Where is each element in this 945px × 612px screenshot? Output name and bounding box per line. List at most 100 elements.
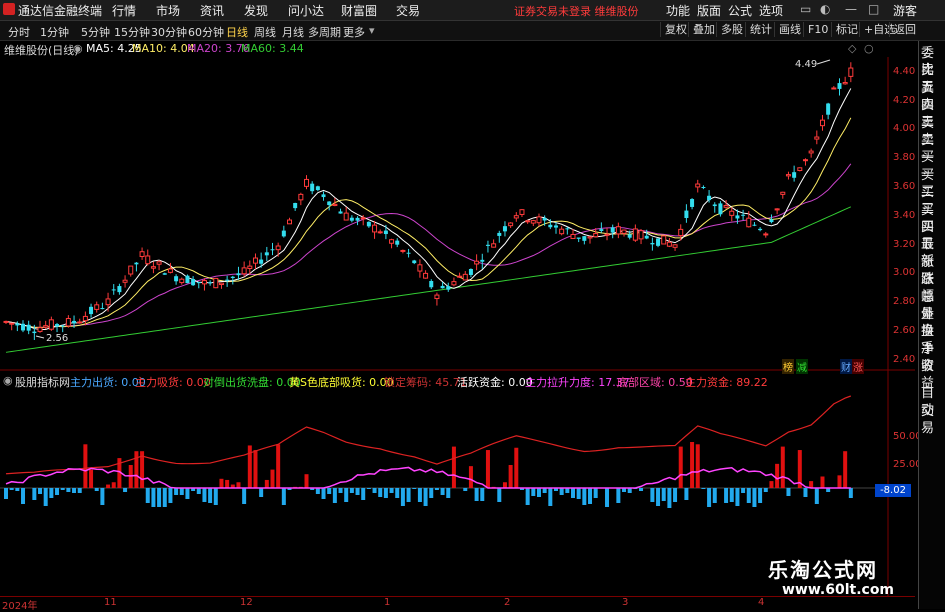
indicator-bar — [349, 488, 354, 493]
candle — [576, 237, 581, 239]
indicator-bar — [412, 488, 417, 489]
candle — [735, 215, 740, 219]
candle — [417, 264, 423, 272]
indicator-bar — [389, 488, 394, 493]
indicator-bar — [179, 488, 184, 495]
price-tick: 4.40 — [893, 66, 916, 77]
candle — [632, 228, 638, 241]
candle — [769, 219, 774, 223]
candle — [230, 276, 235, 278]
candle — [241, 267, 247, 275]
candle — [264, 252, 269, 256]
indicator-bar — [814, 488, 819, 504]
indicator-bar — [701, 488, 706, 489]
indicator-bar — [259, 488, 264, 497]
indicator-bar — [366, 488, 371, 489]
candle — [400, 249, 406, 252]
candle — [593, 233, 599, 238]
indicator-bar — [247, 445, 252, 488]
candle — [218, 282, 224, 286]
badge-finance[interactable]: 财 — [840, 359, 852, 374]
candle — [570, 233, 576, 240]
candle — [678, 228, 684, 237]
candle — [525, 220, 531, 223]
badge-rank[interactable]: 榜 — [782, 359, 794, 374]
indicator-bar — [582, 488, 587, 505]
indicator-bar — [775, 463, 780, 488]
candle — [819, 119, 825, 127]
badge-reduce[interactable]: 减 — [796, 359, 808, 374]
candle — [275, 245, 281, 251]
indicator-bar — [417, 488, 422, 502]
indicator-bar — [605, 488, 610, 507]
sidebar-bottom-item[interactable]: 交易 — [921, 403, 945, 437]
ma20-line — [5, 163, 852, 328]
candle — [434, 294, 440, 300]
candle — [508, 222, 514, 227]
candle — [343, 212, 349, 221]
price-tick: 3.00 — [893, 267, 916, 278]
indicator-bar — [593, 488, 598, 498]
candle — [826, 103, 831, 115]
indicator-bar — [468, 466, 473, 488]
watermark: 乐淘公式网 www.60lt.com — [760, 550, 918, 606]
candle — [122, 279, 128, 283]
price-tick: 3.40 — [893, 210, 916, 221]
indicator-bar — [673, 488, 678, 502]
candle — [536, 216, 542, 224]
badge-rise[interactable]: 涨 — [852, 359, 864, 374]
candle — [797, 167, 803, 171]
candle — [530, 220, 536, 224]
kline-chart[interactable]: 4.49 2.56 — [0, 0, 915, 609]
candle — [208, 282, 213, 284]
candle — [377, 231, 383, 234]
price-tick: 4.00 — [893, 123, 916, 134]
candle — [758, 228, 763, 231]
candle — [139, 251, 145, 258]
indicator-bar — [281, 488, 286, 505]
indicator-bar — [321, 488, 326, 499]
indicator-bar — [588, 488, 593, 504]
candle — [174, 276, 179, 282]
date-tick: 12 — [240, 597, 253, 608]
indicator-bar — [378, 488, 383, 497]
candle — [156, 261, 162, 265]
candle — [281, 230, 286, 237]
indicator-item: 活跃资金: 0.00 — [457, 376, 533, 389]
candle — [462, 273, 468, 281]
indicator-name[interactable]: 股朋指标网 — [15, 374, 70, 390]
candle — [366, 221, 371, 227]
candle — [412, 260, 417, 264]
price-tick: 2.40 — [893, 354, 916, 365]
indicator-bar — [213, 488, 218, 505]
indicator-bar — [525, 488, 530, 505]
indicator-menu-icon[interactable]: ◉ — [3, 374, 13, 387]
indicator-bar — [843, 451, 848, 488]
indicator-bar — [803, 488, 808, 497]
indicator-bar — [661, 488, 666, 501]
candle — [599, 229, 604, 232]
indicator-bar — [151, 488, 156, 507]
indicator-bar — [162, 488, 167, 507]
indicator-bar — [100, 488, 105, 505]
indicator-bar — [434, 488, 439, 490]
candle — [9, 322, 15, 325]
indicator-bar — [639, 488, 644, 491]
candle — [842, 81, 848, 85]
indicator-bar — [571, 488, 575, 498]
candle — [293, 202, 298, 209]
indicator-bar — [531, 488, 536, 496]
indicator-item: 底部区域: 0.50 — [617, 376, 693, 389]
candle — [128, 265, 134, 275]
indicator-bar — [32, 488, 37, 500]
candle — [752, 224, 757, 226]
candle — [485, 244, 490, 246]
candle — [389, 239, 395, 244]
indicator-bar — [327, 488, 332, 494]
candle — [644, 235, 649, 239]
candle — [780, 191, 786, 195]
indicator-bar — [616, 488, 621, 503]
candle — [117, 286, 122, 293]
date-tick: 1 — [384, 597, 391, 608]
candle — [72, 320, 77, 324]
